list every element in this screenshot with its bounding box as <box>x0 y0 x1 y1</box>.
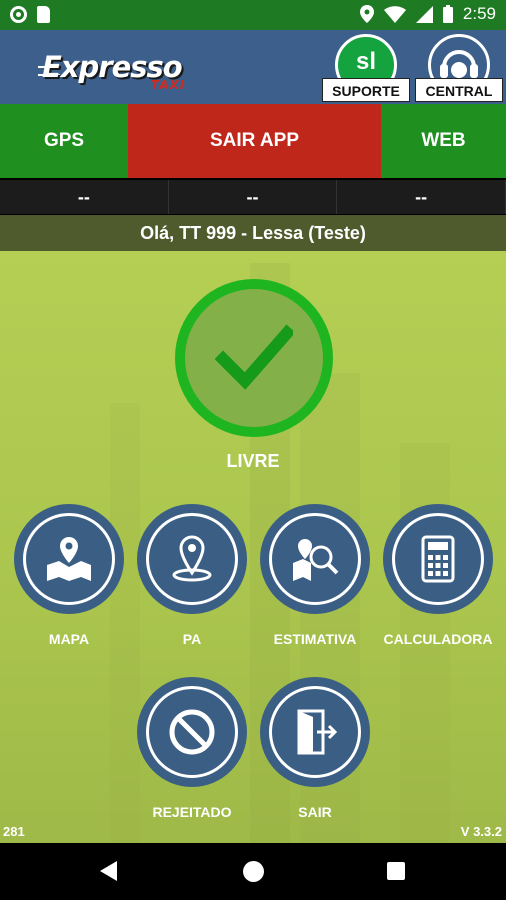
info-row: -- -- -- <box>0 180 506 214</box>
sair-label: SAIR <box>298 804 332 820</box>
info-cell-3: -- <box>337 180 506 214</box>
home-icon[interactable] <box>243 861 264 882</box>
calculator-icon <box>421 535 455 583</box>
calculadora-label: CALCULADORA <box>383 631 493 647</box>
navigation-bar <box>0 843 506 900</box>
pa-button[interactable] <box>137 504 247 614</box>
recent-apps-icon[interactable] <box>387 862 405 880</box>
clock: 2:59 <box>462 4 496 23</box>
info-cell-2: -- <box>169 180 338 214</box>
main-panel: LIVRE MAPA PA ESTIMATIVA CALCULADORA REJ… <box>0 251 506 843</box>
location-pin-icon <box>172 535 212 582</box>
app-version: V 3.3.2 <box>460 824 502 839</box>
rejeitado-label: REJEITADO <box>152 804 232 820</box>
check-icon <box>215 324 293 390</box>
suporte-label: SUPORTE <box>322 78 410 102</box>
central-button[interactable]: CENTRAL <box>415 34 503 102</box>
suporte-button[interactable]: sl SUPORTE <box>322 34 410 102</box>
prohibited-icon <box>169 709 215 755</box>
sd-card-icon <box>37 6 50 23</box>
central-label: CENTRAL <box>415 78 503 102</box>
estimativa-label: ESTIMATIVA <box>273 631 357 647</box>
footer-code: 281 <box>3 824 25 839</box>
pa-label: PA <box>182 631 202 647</box>
signal-icon <box>415 5 433 23</box>
estimativa-button[interactable] <box>260 504 370 614</box>
mapa-button[interactable] <box>14 504 124 614</box>
status-label: LIVRE <box>226 451 280 471</box>
app-header: Expresso TAXI sl SUPORTE CENTRAL <box>0 30 506 104</box>
battery-icon <box>442 5 453 23</box>
map-icon <box>47 537 91 581</box>
exit-door-icon <box>297 709 338 755</box>
sair-button[interactable] <box>260 677 370 787</box>
top-actions: GPS SAIR APP WEB <box>0 104 506 178</box>
sair-app-button[interactable]: SAIR APP <box>128 104 381 178</box>
back-icon[interactable] <box>100 861 117 881</box>
calculadora-button[interactable] <box>383 504 493 614</box>
mapa-label: MAPA <box>48 631 90 647</box>
expresso-taxi-logo: Expresso TAXI <box>38 44 208 92</box>
rejeitado-button[interactable] <box>137 677 247 787</box>
logo-sub-text: TAXI <box>151 78 186 92</box>
web-button[interactable]: WEB <box>381 104 506 178</box>
info-cell-1: -- <box>0 180 169 214</box>
status-free-button[interactable] <box>175 279 333 437</box>
greeting: Olá, TT 999 - Lessa (Teste) <box>0 215 506 251</box>
gps-button[interactable]: GPS <box>0 104 128 178</box>
location-icon <box>359 5 374 23</box>
wifi-icon <box>383 5 406 23</box>
status-bar: 2:59 <box>0 0 506 30</box>
notification-dot-icon <box>10 6 27 23</box>
map-search-icon <box>293 539 339 581</box>
